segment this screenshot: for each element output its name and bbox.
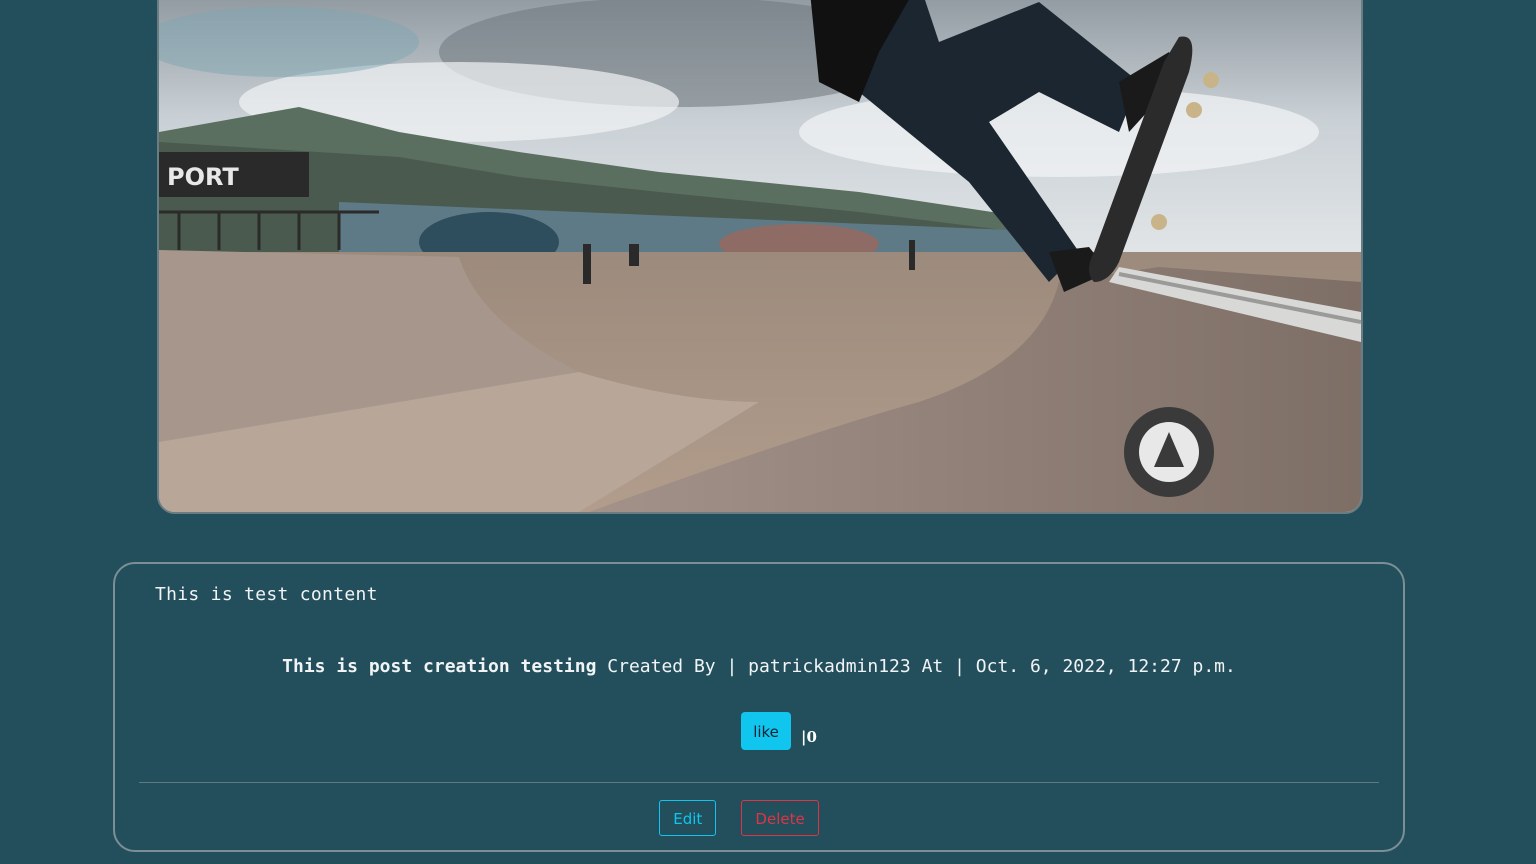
like-button[interactable]: like — [741, 712, 792, 750]
created-by-label: Created By | — [607, 656, 738, 677]
post-title: This is post creation testing — [282, 656, 597, 677]
post-actions: Edit Delete — [115, 800, 1403, 836]
post-content: This is test content — [155, 584, 378, 605]
edit-button[interactable]: Edit — [659, 800, 717, 836]
card-divider — [139, 782, 1379, 783]
like-count-value: 0 — [806, 728, 817, 746]
at-label: At | — [921, 656, 965, 677]
post-date: Oct. 6, 2022, 12:27 p.m. — [975, 656, 1236, 677]
delete-button[interactable]: Delete — [741, 800, 819, 836]
like-count: |0 — [801, 728, 817, 746]
post-image: PORT — [157, 0, 1363, 514]
skatepark-photo: PORT — [159, 0, 1361, 512]
post-card: This is test content This is post creati… — [113, 562, 1405, 852]
post-meta: This is post creation testing Created By… — [115, 656, 1403, 677]
post-author: patrickadmin123 — [748, 656, 911, 677]
like-row: like |0 — [115, 712, 1403, 750]
page: PORT This is test content This is post c… — [0, 0, 1536, 864]
banner-text: PORT — [167, 163, 239, 191]
